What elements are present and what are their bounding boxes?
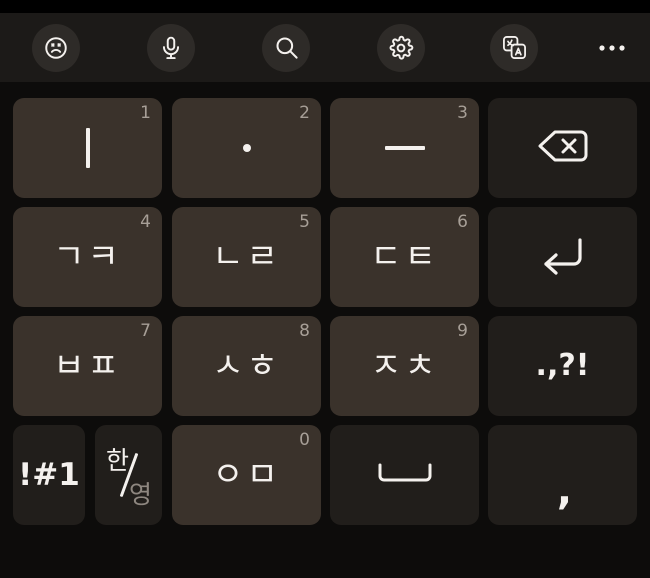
key-number-label: 5 — [299, 212, 310, 232]
dot-glyph — [242, 144, 251, 152]
status-strip — [0, 0, 650, 13]
key-siot-hieut[interactable]: ㅅㅎ 8 — [172, 316, 321, 416]
language-active-label: 한 — [106, 446, 130, 475]
key-number-label: 2 — [299, 103, 310, 123]
keyboard-screen: 1 2 3 ㄱㅋ 4 ㄴㄹ 5 ㄷㅌ 6 ㅂㅍ 7 ㅅㅎ 8 ㅈㅊ 9 .,?!… — [0, 0, 650, 578]
more-options-button[interactable] — [588, 24, 636, 72]
translate-icon — [501, 34, 528, 61]
key-nieun-rieul[interactable]: ㄴㄹ 5 — [172, 207, 321, 307]
voice-input-button[interactable] — [147, 23, 195, 72]
key-label: ㄴㄹ — [212, 237, 281, 277]
key-label: ㅇㅁ — [212, 455, 281, 495]
key-label: !#1 — [18, 456, 80, 493]
key-label: ㄷㅌ — [370, 237, 439, 277]
key-label: ㅈㅊ — [370, 346, 439, 386]
key-space[interactable] — [330, 425, 479, 525]
key-label: .,?! — [535, 348, 590, 383]
gear-icon — [388, 35, 414, 61]
keyboard-grid: 1 2 3 ㄱㅋ 4 ㄴㄹ 5 ㄷㅌ 6 ㅂㅍ 7 ㅅㅎ 8 ㅈㅊ 9 .,?!… — [0, 82, 650, 578]
key-number-label: 3 — [457, 103, 468, 123]
key-punctuation[interactable]: .,?! — [488, 316, 637, 416]
sad-face-icon — [43, 35, 69, 61]
language-inactive-label: 영 — [128, 480, 152, 509]
key-number-label: 9 — [457, 321, 468, 341]
language-toggle-inner: 한 영 — [95, 425, 162, 525]
key-bieup-pieup[interactable]: ㅂㅍ 7 — [13, 316, 162, 416]
key-comma[interactable]: , — [488, 425, 637, 525]
search-button[interactable] — [262, 23, 310, 72]
overflow-menu-icon — [598, 43, 626, 53]
search-icon — [273, 34, 300, 61]
backspace-icon — [536, 127, 590, 169]
key-number-label: 7 — [140, 321, 151, 341]
microphone-icon — [158, 35, 184, 61]
key-number-label: 0 — [299, 430, 310, 450]
translate-button[interactable] — [490, 23, 538, 72]
key-label: , — [556, 468, 573, 514]
key-language-toggle[interactable]: 한 영 — [95, 425, 162, 525]
key-number-label: 6 — [457, 212, 468, 232]
key-number-label: 8 — [299, 321, 310, 341]
key-vowel-i[interactable]: 1 — [13, 98, 162, 198]
key-jieut-chieut[interactable]: ㅈㅊ 9 — [330, 316, 479, 416]
key-vowel-dot[interactable]: 2 — [172, 98, 321, 198]
key-vowel-eu[interactable]: 3 — [330, 98, 479, 198]
key-ieung-mieum[interactable]: ㅇㅁ 0 — [172, 425, 321, 525]
key-label: ㄱㅋ — [53, 237, 122, 277]
horizontal-stroke-glyph — [384, 146, 425, 150]
key-giyeok-kieuk[interactable]: ㄱㅋ 4 — [13, 207, 162, 307]
enter-icon — [538, 234, 588, 280]
space-icon — [376, 462, 434, 488]
settings-button[interactable] — [377, 23, 425, 72]
key-label: ㅅㅎ — [212, 346, 281, 386]
key-label: ㅂㅍ — [53, 346, 122, 386]
vertical-stroke-glyph — [85, 128, 90, 168]
emoji-button[interactable] — [32, 23, 80, 72]
key-backspace[interactable] — [488, 98, 637, 198]
key-enter[interactable] — [488, 207, 637, 307]
key-number-label: 4 — [140, 212, 151, 232]
key-number-label: 1 — [140, 103, 151, 123]
key-digeut-tieut[interactable]: ㄷㅌ 6 — [330, 207, 479, 307]
keyboard-toolbar — [0, 13, 650, 82]
key-symbols[interactable]: !#1 — [13, 425, 85, 525]
